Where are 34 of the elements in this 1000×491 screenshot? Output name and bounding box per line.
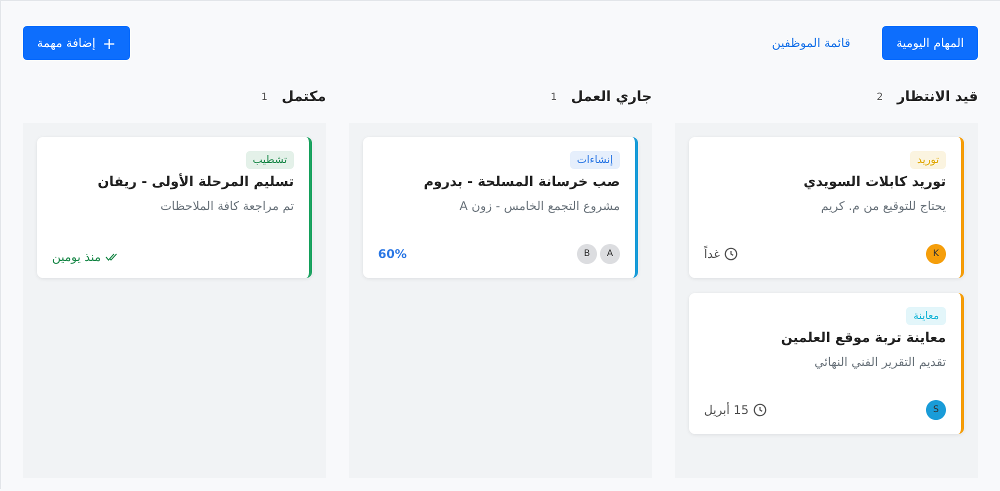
category-tag: توريد — [910, 151, 946, 169]
card-title: توريد كابلات السويدي — [803, 174, 946, 190]
due-date: 15 أبريل — [704, 403, 749, 417]
card-description: تم مراجعة كافة الملاحظات — [160, 199, 294, 213]
card-description: تقديم التقرير الفني النهائي — [814, 355, 946, 369]
task-count: 2 — [876, 92, 883, 102]
card-description: مشروع التجمع الخامس - زون A — [459, 199, 620, 213]
avatar: A — [600, 244, 620, 264]
tab[interactable]: قائمة الموظفين — [758, 26, 864, 60]
avatar: K — [926, 244, 946, 264]
column-title: مكتمل — [282, 89, 326, 105]
category-tag: إنشاءات — [570, 151, 620, 169]
category-tag: تشطيب — [246, 151, 294, 169]
add-task-button[interactable]: + إضافة مهمة — [23, 26, 130, 60]
clock-icon — [724, 247, 738, 261]
progress-percent: 60% — [378, 247, 407, 261]
card-description: يحتاج للتوقيع من م. كريم — [820, 199, 946, 213]
completed-time: منذ يومين — [52, 250, 101, 264]
avatar: B — [577, 244, 597, 264]
column-title: جاري العمل — [571, 89, 652, 105]
column-title: قيد الانتظار — [897, 89, 978, 105]
clock-icon — [752, 403, 767, 417]
card-title: معاينة تربة موقع العلمين — [780, 330, 946, 346]
tab[interactable]: المهام اليومية — [882, 26, 978, 60]
due-date: غداً — [704, 247, 720, 261]
avatar: S — [926, 400, 946, 420]
card-title: صب خرسانة المسلحة - بدروم — [424, 174, 620, 190]
double-check-icon — [104, 253, 117, 261]
task-card[interactable]: تشطيب تسليم المرحلة الأولى - ريفان تم مراجعة كافة الملاحظات منذ يومين — [37, 137, 312, 278]
task-count: 1 — [550, 92, 558, 102]
task-count: 1 — [261, 92, 268, 102]
plus-icon: + — [102, 34, 116, 52]
card-title: تسليم المرحلة الأولى - ريفان — [98, 174, 294, 190]
category-tag: معاينة — [906, 307, 946, 325]
